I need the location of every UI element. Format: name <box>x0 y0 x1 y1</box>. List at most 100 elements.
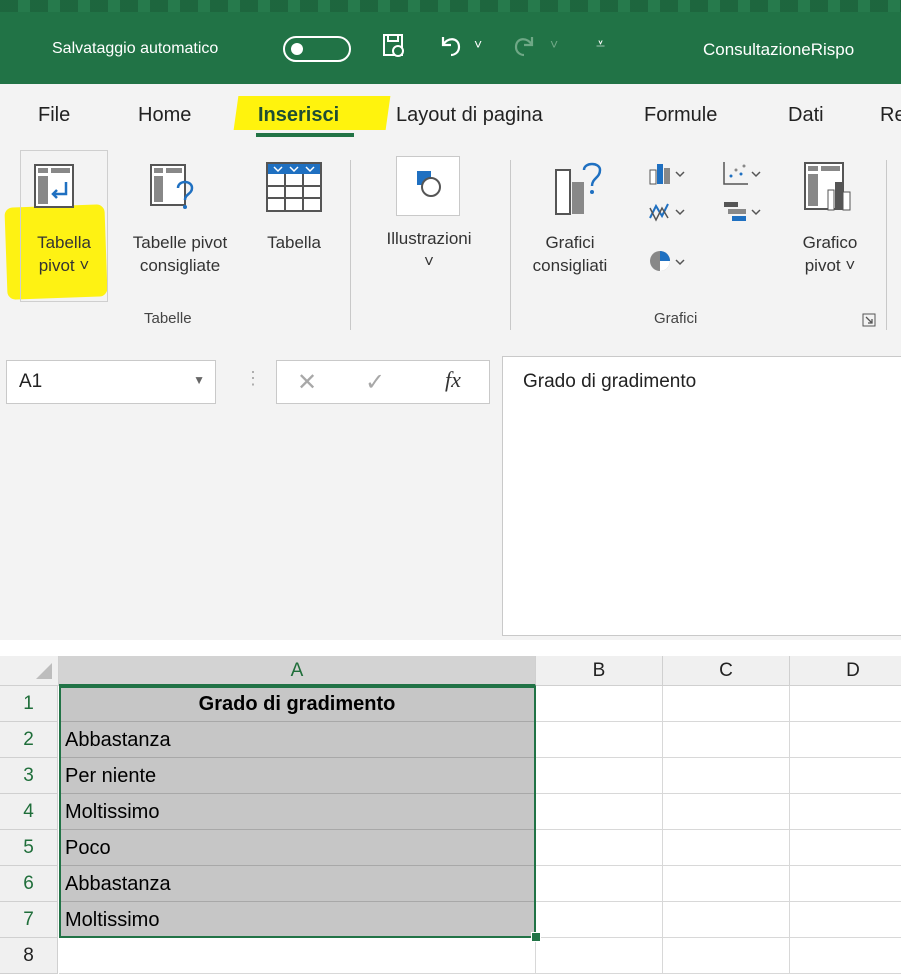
tabella-button[interactable]: Tabella <box>252 232 336 255</box>
cell-b4[interactable] <box>536 794 663 830</box>
name-box[interactable]: A1 ▼ <box>6 360 216 404</box>
cell-a6[interactable]: Abbastanza <box>59 866 536 902</box>
group-separator <box>886 160 887 330</box>
undo-dropdown-icon[interactable]: ˅ <box>474 36 482 52</box>
cell-b7[interactable] <box>536 902 663 938</box>
tab-file[interactable]: File <box>38 104 70 127</box>
cell-c8[interactable] <box>663 938 790 974</box>
grafici-consigliati-button[interactable]: Grafici consigliati <box>520 232 620 278</box>
recommended-pivot-icon <box>150 164 196 215</box>
table-icon <box>266 162 324 219</box>
illustrazioni-icon-box <box>396 156 460 216</box>
dialog-launcher-icon[interactable] <box>862 313 876 332</box>
row-header[interactable]: 1 <box>0 686 58 722</box>
cell-d1[interactable] <box>790 686 901 722</box>
row-header[interactable]: 3 <box>0 758 58 794</box>
tabella-pivot-label: Tabella pivot ˅ <box>37 233 91 275</box>
row-header[interactable]: 6 <box>0 866 58 902</box>
pie-chart-icon[interactable] <box>648 248 688 279</box>
cell-d4[interactable] <box>790 794 901 830</box>
tab-layout[interactable]: Layout di pagina <box>396 104 543 127</box>
tab-formule[interactable]: Formule <box>644 104 717 127</box>
cell-a4[interactable]: Moltissimo <box>59 794 536 830</box>
group-separator <box>350 160 351 330</box>
row-header[interactable]: 8 <box>0 938 58 974</box>
cell-c4[interactable] <box>663 794 790 830</box>
grafico-pivot-button[interactable]: Grafico pivot ˅ <box>782 232 878 278</box>
spreadsheet-grid: A B C D 1 Grado di gradimento 2 Abbastanza 3… <box>0 656 901 974</box>
cell-d5[interactable] <box>790 830 901 866</box>
column-header-b[interactable]: B <box>536 656 663 686</box>
customize-toolbar-icon[interactable]: ⩡ <box>596 36 605 54</box>
toggle-knob <box>291 43 303 55</box>
cell-a7[interactable]: Moltissimo <box>59 902 536 938</box>
cell-a3[interactable]: Per niente <box>59 758 536 794</box>
save-icon[interactable] <box>382 33 406 65</box>
scatter-chart-icon[interactable] <box>722 160 762 191</box>
cell-d6[interactable] <box>790 866 901 902</box>
formula-buttons: ✕ ✓ fx <box>276 360 490 404</box>
redo-dropdown-icon[interactable]: ˅ <box>550 36 558 52</box>
name-box-dropdown-icon[interactable]: ▼ <box>193 373 205 387</box>
insert-function-icon[interactable]: fx <box>445 367 461 393</box>
cell-a5[interactable]: Poco <box>59 830 536 866</box>
tab-dati[interactable]: Dati <box>788 104 824 127</box>
tab-home[interactable]: Home <box>138 104 191 127</box>
cell-d7[interactable] <box>790 902 901 938</box>
cell-b6[interactable] <box>536 866 663 902</box>
cell-c1[interactable] <box>663 686 790 722</box>
select-all-corner[interactable] <box>0 656 59 686</box>
fill-handle[interactable] <box>531 932 541 942</box>
tabelle-pivot-consigliate-button[interactable]: Tabelle pivot consigliate <box>110 232 250 278</box>
row-header[interactable]: 7 <box>0 902 58 938</box>
illustrazioni-button[interactable]: Illustrazioni ˅ <box>362 228 496 274</box>
cell-b8[interactable] <box>536 938 663 974</box>
group-grafici-label: Grafici <box>654 310 698 327</box>
cell-b2[interactable] <box>536 722 663 758</box>
undo-icon[interactable] <box>437 33 463 63</box>
line-chart-icon[interactable] <box>648 198 688 229</box>
row-header[interactable]: 2 <box>0 722 58 758</box>
hierarchy-chart-icon[interactable] <box>722 198 762 229</box>
cell-c6[interactable] <box>663 866 790 902</box>
autosave-toggle[interactable] <box>283 36 351 62</box>
formula-bar-grip-icon: ⋮ <box>244 368 262 388</box>
name-box-value: A1 <box>19 371 43 392</box>
cell-c5[interactable] <box>663 830 790 866</box>
cancel-icon[interactable]: ✕ <box>297 368 317 397</box>
cell-b1[interactable] <box>536 686 663 722</box>
recommended-charts-icon <box>554 160 604 223</box>
pivot-chart-icon <box>804 162 858 219</box>
pivot-table-icon <box>34 164 74 213</box>
redo-icon[interactable] <box>512 33 538 63</box>
cell-a2[interactable]: Abbastanza <box>59 722 536 758</box>
group-separator <box>510 160 511 330</box>
enter-icon[interactable]: ✓ <box>365 368 385 397</box>
row-header[interactable]: 5 <box>0 830 58 866</box>
active-tab-underline <box>256 133 354 137</box>
formula-input[interactable]: Grado di gradimento <box>502 356 901 636</box>
tab-inserisci[interactable]: Inserisci <box>258 104 339 127</box>
window-top-strip <box>0 0 901 12</box>
tab-review[interactable]: Re <box>880 104 901 127</box>
cell-a8[interactable] <box>59 938 536 974</box>
cell-d3[interactable] <box>790 758 901 794</box>
cell-c7[interactable] <box>663 902 790 938</box>
title-bar: Salvataggio automatico ˅ ˅ ⩡ Consultazio… <box>0 0 901 84</box>
cell-d8[interactable] <box>790 938 901 974</box>
formula-content: Grado di gradimento <box>523 371 697 392</box>
cell-c2[interactable] <box>663 722 790 758</box>
cell-c3[interactable] <box>663 758 790 794</box>
column-header-a[interactable]: A <box>59 656 536 686</box>
column-header-d[interactable]: D <box>790 656 901 686</box>
cell-a1[interactable]: Grado di gradimento <box>59 686 536 722</box>
autosave-label: Salvataggio automatico <box>52 40 219 57</box>
group-tabelle-label: Tabelle <box>144 310 192 327</box>
cell-b5[interactable] <box>536 830 663 866</box>
row-header[interactable]: 4 <box>0 794 58 830</box>
cell-b3[interactable] <box>536 758 663 794</box>
file-name: ConsultazioneRispo <box>703 40 855 59</box>
column-header-c[interactable]: C <box>663 656 790 686</box>
column-chart-icon[interactable] <box>648 160 688 191</box>
cell-d2[interactable] <box>790 722 901 758</box>
